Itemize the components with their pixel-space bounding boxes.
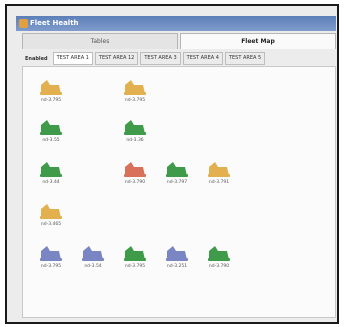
subtab-area-1[interactable]: TEST AREA 1 — [52, 52, 93, 65]
machine-icon — [82, 246, 104, 261]
fleet-node[interactable]: nd-3.465 — [35, 201, 67, 227]
fleet-node[interactable]: nd-3.36 — [119, 117, 151, 143]
subtab-area-4[interactable]: TEST AREA 4 — [182, 52, 223, 65]
app-icon — [19, 19, 28, 28]
fleet-node[interactable]: nd-3.55 — [35, 117, 67, 143]
subtab-area-3[interactable]: TEST AREA 3 — [140, 52, 181, 65]
fleet-node[interactable]: nd-3.795 — [35, 77, 67, 103]
machine-icon — [40, 246, 62, 261]
machine-icon — [40, 120, 62, 135]
fleet-node[interactable]: nd-3.795 — [119, 243, 151, 269]
machine-icon — [40, 162, 62, 177]
tab-fleet-map[interactable]: Fleet Map — [180, 33, 336, 49]
subtab-area-5[interactable]: TEST AREA 5 — [224, 52, 266, 65]
area-subtabs: Enabled TEST AREA 1 TEST AREA 12 TEST AR… — [22, 52, 336, 65]
machine-icon — [124, 162, 146, 177]
subtabs-label: Enabled — [25, 55, 48, 62]
window-title: Fleet Health — [30, 19, 79, 27]
machine-icon — [40, 80, 62, 95]
fleet-node[interactable]: nd-3.790 — [203, 243, 235, 269]
machine-icon — [208, 162, 230, 177]
machine-icon — [40, 204, 62, 219]
fleet-map-panel: nd-3.795 nd-3.795 nd-3.55 nd-3.36 nd-3.4… — [22, 66, 336, 318]
machine-icon — [124, 120, 146, 135]
machine-icon — [166, 246, 188, 261]
fleet-node[interactable]: nd-3.791 — [203, 159, 235, 185]
fleet-node[interactable]: nd-3.44 — [35, 159, 67, 185]
window-titlebar: Fleet Health — [16, 16, 336, 31]
subtab-area-12[interactable]: TEST AREA 12 — [94, 52, 139, 65]
machine-icon — [124, 246, 146, 261]
fleet-node[interactable]: nd-3.251 — [161, 243, 193, 269]
fleet-node[interactable]: nd-3.54 — [77, 243, 109, 269]
tab-tables[interactable]: Tables — [22, 33, 178, 49]
machine-icon — [124, 80, 146, 95]
machine-icon — [166, 162, 188, 177]
fleet-node[interactable]: nd-3.795 — [119, 77, 151, 103]
fleet-node[interactable]: nd-3.790 — [119, 159, 151, 185]
fleet-node[interactable]: nd-3.795 — [35, 243, 67, 269]
machine-icon — [208, 246, 230, 261]
main-tabs: Tables Fleet Map — [22, 33, 336, 49]
fleet-node[interactable]: nd-3.797 — [161, 159, 193, 185]
